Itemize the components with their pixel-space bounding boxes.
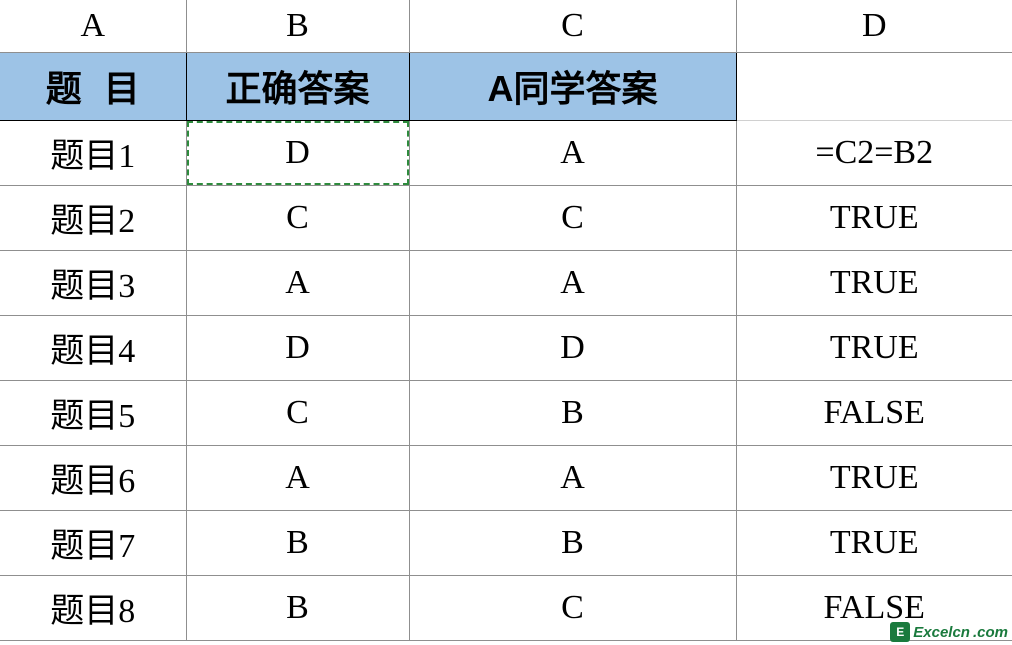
cell-result[interactable]: TRUE (736, 250, 1012, 315)
column-header-c[interactable]: C (409, 0, 736, 52)
cell-student-answer[interactable]: A (409, 120, 736, 185)
cell-student-answer[interactable]: C (409, 185, 736, 250)
cell-result[interactable]: TRUE (736, 445, 1012, 510)
cell-correct-answer[interactable]: D (186, 120, 409, 185)
cell-student-answer[interactable]: B (409, 380, 736, 445)
table-row: 题目7 B B TRUE (0, 510, 1012, 575)
cell-result[interactable]: FALSE (736, 380, 1012, 445)
cell-student-answer[interactable]: A (409, 250, 736, 315)
cell-student-answer[interactable]: C (409, 575, 736, 640)
spreadsheet-grid: A B C D 题目 正确答案 A同学答案 题目1 D A =C2=B2 题目2… (0, 0, 1012, 641)
header-empty-d[interactable] (736, 52, 1012, 120)
column-header-b[interactable]: B (186, 0, 409, 52)
cell-question[interactable]: 题目7 (0, 510, 186, 575)
cell-result[interactable]: TRUE (736, 510, 1012, 575)
cell-question[interactable]: 题目1 (0, 120, 186, 185)
column-header-row: A B C D (0, 0, 1012, 52)
cell-correct-answer[interactable]: C (186, 380, 409, 445)
table-row: 题目8 B C FALSE (0, 575, 1012, 640)
column-header-d[interactable]: D (736, 0, 1012, 52)
cell-student-answer[interactable]: B (409, 510, 736, 575)
cell-correct-answer[interactable]: B (186, 510, 409, 575)
table-row: 题目4 D D TRUE (0, 315, 1012, 380)
cell-question[interactable]: 题目2 (0, 185, 186, 250)
cell-formula[interactable]: =C2=B2 (736, 120, 1012, 185)
cell-question[interactable]: 题目8 (0, 575, 186, 640)
cell-correct-answer[interactable]: D (186, 315, 409, 380)
cell-result[interactable]: TRUE (736, 315, 1012, 380)
table-row: 题目5 C B FALSE (0, 380, 1012, 445)
table-row: 题目1 D A =C2=B2 (0, 120, 1012, 185)
cell-student-answer[interactable]: D (409, 315, 736, 380)
cell-correct-answer[interactable]: A (186, 445, 409, 510)
excel-icon: E (890, 622, 910, 642)
column-header-a[interactable]: A (0, 0, 186, 52)
table-row: 题目2 C C TRUE (0, 185, 1012, 250)
cell-student-answer[interactable]: A (409, 445, 736, 510)
cell-question[interactable]: 题目5 (0, 380, 186, 445)
cell-correct-answer[interactable]: B (186, 575, 409, 640)
watermark-text-2: .com (973, 624, 1008, 641)
cell-question[interactable]: 题目6 (0, 445, 186, 510)
table-row: 题目3 A A TRUE (0, 250, 1012, 315)
header-student-answer[interactable]: A同学答案 (409, 52, 736, 120)
watermark-text-1: Excelcn (913, 624, 970, 641)
cell-correct-answer[interactable]: A (186, 250, 409, 315)
table-row: 题目6 A A TRUE (0, 445, 1012, 510)
cell-value: D (285, 134, 310, 171)
table-header-row: 题目 正确答案 A同学答案 (0, 52, 1012, 120)
cell-question[interactable]: 题目4 (0, 315, 186, 380)
cell-result[interactable]: TRUE (736, 185, 1012, 250)
watermark: E Excelcn.com (890, 622, 1008, 642)
header-question[interactable]: 题目 (0, 52, 186, 120)
header-correct-answer[interactable]: 正确答案 (186, 52, 409, 120)
cell-question[interactable]: 题目3 (0, 250, 186, 315)
cell-correct-answer[interactable]: C (186, 185, 409, 250)
